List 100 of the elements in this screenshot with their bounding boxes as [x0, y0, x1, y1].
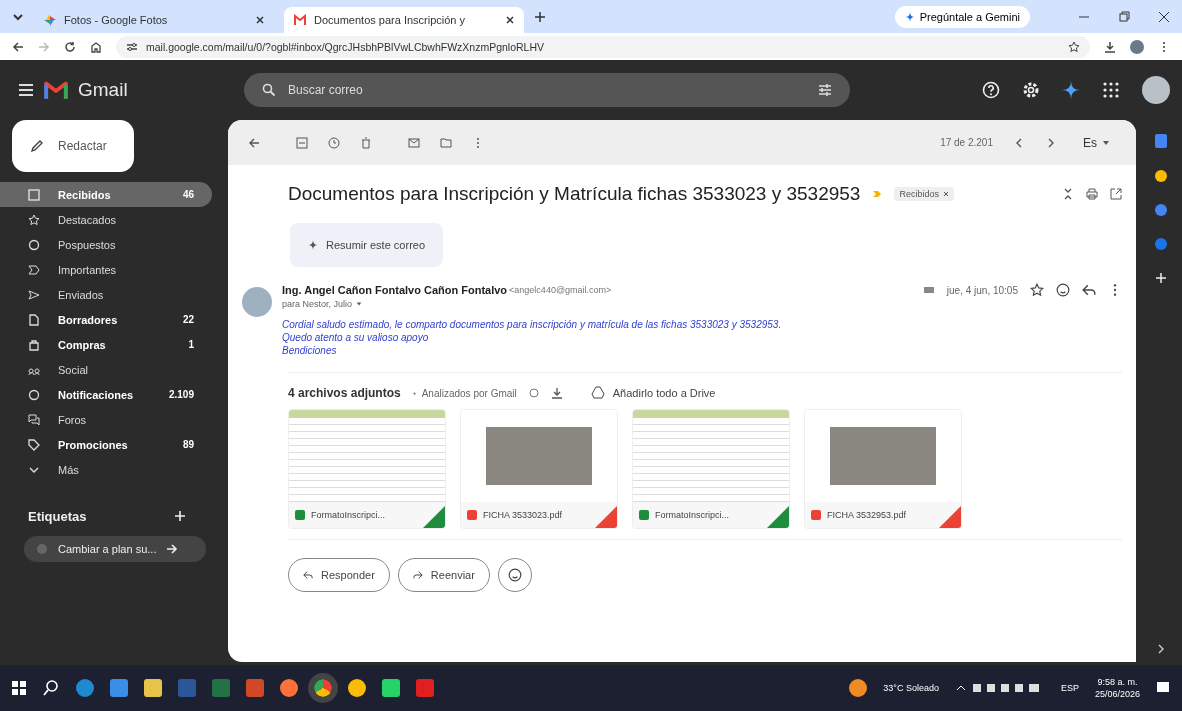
weather-text[interactable]: 33°C Soleado: [883, 683, 939, 693]
gmail-logo-icon: [44, 80, 68, 100]
emoji-icon[interactable]: [1056, 283, 1070, 297]
gemini-button[interactable]: Pregúntale a Gemini: [894, 5, 1030, 28]
browser-tab[interactable]: Documentos para Inscripción y: [284, 7, 524, 33]
sidebar-item[interactable]: Notificaciones 2.109: [0, 382, 212, 407]
sparkle-icon: [308, 240, 318, 250]
attachment-name: FormatoInscripci...: [311, 510, 387, 520]
clock-time[interactable]: 9:58 a. m.: [1097, 677, 1138, 687]
account-avatar[interactable]: [1142, 76, 1170, 104]
attachment-name: FICHA 3532953.pdf: [827, 510, 908, 520]
close-icon[interactable]: [256, 16, 264, 24]
forward-button[interactable]: Reenviar: [397, 558, 490, 592]
browser-tab[interactable]: Fotos - Google Fotos: [34, 7, 274, 33]
restore-icon[interactable]: [1118, 10, 1130, 23]
emoji-icon: [507, 568, 522, 582]
sidebar-item[interactable]: Enviados: [0, 282, 212, 307]
apps-grid-icon[interactable]: [1102, 81, 1120, 99]
add-icon[interactable]: [1155, 272, 1167, 284]
add-icon[interactable]: [174, 510, 186, 522]
pencil-icon: [30, 139, 44, 153]
search-icon[interactable]: [42, 679, 60, 697]
filter-icon[interactable]: [818, 83, 832, 97]
add-to-drive-button[interactable]: Añadirlo todo a Drive: [584, 385, 722, 401]
attachment-card[interactable]: FormatoInscripci...: [632, 409, 790, 529]
gmail-wordmark: Gmail: [78, 79, 128, 101]
input-language[interactable]: ESP: [1060, 683, 1079, 693]
close-icon[interactable]: [506, 16, 514, 24]
back-icon[interactable]: [12, 40, 24, 53]
site-settings-icon[interactable]: [126, 40, 138, 53]
file-type-icon: [295, 510, 305, 520]
upgrade-button[interactable]: Cambiar a plan su...: [24, 536, 206, 562]
search-bar[interactable]: Buscar correo: [244, 73, 850, 107]
clock-date[interactable]: 25/06/2026: [1094, 689, 1140, 699]
corner-fold-icon: [939, 506, 961, 528]
star-icon[interactable]: [1068, 40, 1080, 53]
sidebar-item[interactable]: Borradores 22: [0, 307, 212, 332]
reply-button[interactable]: Responder: [288, 558, 390, 592]
print-icon[interactable]: [1086, 188, 1098, 200]
open-new-window-icon[interactable]: [1110, 188, 1122, 200]
message-line: Quedo atento a su valioso apoyo: [282, 332, 430, 343]
document-icon: [28, 313, 40, 326]
trash-icon[interactable]: [360, 136, 372, 149]
attachment-name: FICHA 3533023.pdf: [483, 510, 564, 520]
sidebar-item[interactable]: Foros: [0, 407, 212, 432]
attachment-card[interactable]: FICHA 3532953.pdf: [804, 409, 962, 529]
sidebar-item[interactable]: Destacados: [0, 207, 212, 232]
forward-icon: [412, 570, 423, 580]
reload-icon[interactable]: [64, 40, 76, 53]
back-icon[interactable]: [248, 136, 260, 149]
caret-icon: [356, 301, 363, 307]
language-selector[interactable]: Es: [1077, 134, 1116, 151]
labels-heading: Etiquetas: [28, 508, 87, 524]
sidebar-item[interactable]: Promociones 89: [0, 432, 212, 457]
caret-icon: [1102, 138, 1110, 147]
new-tab-icon[interactable]: [534, 10, 546, 23]
attachment-name: FormatoInscripci...: [655, 510, 731, 520]
attachment-card[interactable]: FormatoInscripci...: [288, 409, 446, 529]
compose-button[interactable]: Redactar: [12, 120, 134, 172]
summarize-button[interactable]: Resumir este correo: [290, 223, 444, 267]
download-icon[interactable]: [1104, 40, 1116, 53]
sender-avatar: [242, 287, 272, 317]
help-icon[interactable]: [982, 81, 1000, 99]
archive-icon[interactable]: [296, 136, 308, 149]
separator-dot-icon: [412, 391, 416, 395]
sidebar-item[interactable]: Pospuestos: [0, 232, 212, 257]
sidebar-item[interactable]: Importantes: [0, 257, 212, 282]
sidebar-item[interactable]: Social: [0, 357, 212, 382]
star-icon: [28, 213, 40, 226]
importance-marker-icon[interactable]: [872, 189, 883, 199]
star-icon[interactable]: [1030, 283, 1044, 297]
message-line: Bendiciones: [282, 345, 338, 356]
tag-icon: [28, 438, 40, 451]
sidebar-item[interactable]: Compras 1: [0, 332, 212, 357]
chat-icon: [28, 413, 40, 426]
settings-icon[interactable]: [1022, 81, 1040, 99]
close-icon[interactable]: [1158, 10, 1170, 23]
download-icon[interactable]: [550, 387, 563, 399]
mail-icon[interactable]: [408, 136, 420, 149]
profile-avatar[interactable]: [1130, 39, 1144, 54]
collapse-icon[interactable]: [1062, 188, 1074, 200]
home-icon[interactable]: [90, 40, 102, 53]
recipients-dropdown[interactable]: para Nestor, Julio: [282, 299, 1122, 309]
reply-icon[interactable]: [1082, 283, 1096, 297]
address-bar[interactable]: mail.google.com/mail/u/0/?ogbl#inbox/QgrcJHsbhPBlVwLCbwhFWzXnzmPgnloRLHV: [116, 35, 1090, 58]
sidebar-item[interactable]: Recibidos 46: [0, 182, 212, 207]
sidebar-item[interactable]: Más: [0, 457, 212, 482]
menu-icon[interactable]: [18, 82, 34, 98]
attachments-heading: 4 archivos adjuntos: [288, 386, 401, 400]
emoji-button[interactable]: [497, 558, 532, 592]
file-type-icon: [811, 510, 821, 520]
search-field[interactable]: Buscar correo: [286, 82, 808, 98]
windows-start-icon[interactable]: [12, 681, 26, 695]
sender-email: <angelc440@gmail.com>: [509, 285, 612, 295]
pinwheel-icon: [44, 14, 56, 26]
label-chip[interactable]: Recibidos: [894, 187, 954, 201]
remove-icon: [943, 191, 949, 197]
inbox-icon: [28, 188, 40, 201]
reply-icon: [303, 570, 313, 580]
attachment-card[interactable]: FICHA 3533023.pdf: [460, 409, 618, 529]
